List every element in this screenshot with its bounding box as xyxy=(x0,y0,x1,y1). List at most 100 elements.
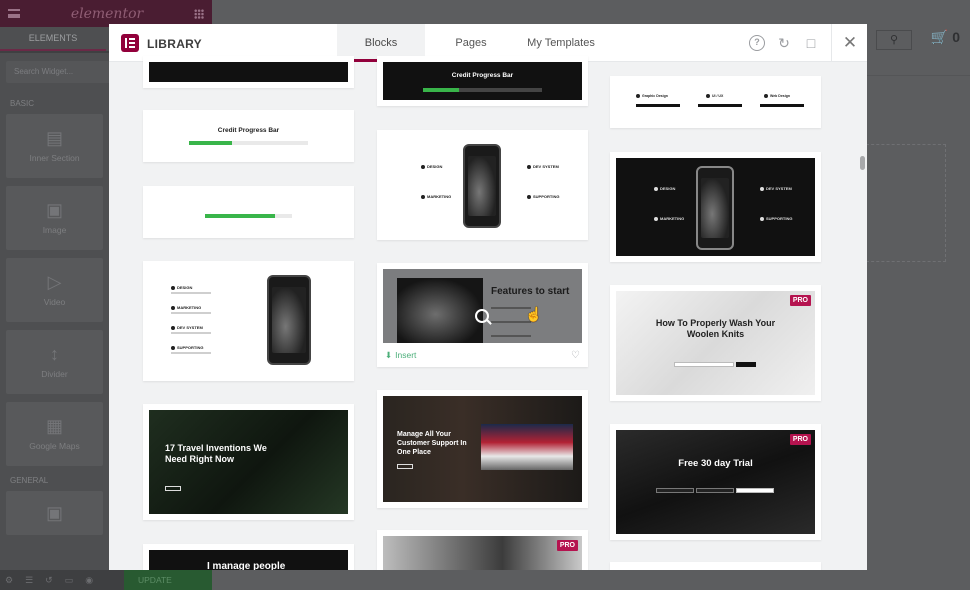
scrollbar-thumb[interactable] xyxy=(860,156,865,170)
block-title: I manage people xyxy=(207,561,286,570)
insert-button[interactable]: ⬇ Insert xyxy=(383,350,416,361)
feature-label: DEV SYSTEM xyxy=(760,186,792,191)
widget-label: Image xyxy=(42,225,67,235)
progress-track xyxy=(189,141,308,145)
menu-icon[interactable] xyxy=(8,9,20,18)
video-icon: ▷ xyxy=(47,272,62,292)
cta-button xyxy=(165,486,181,491)
insert-row: ⬇ Insert ♡ xyxy=(383,343,582,367)
panel-header: elementor xyxy=(0,0,212,27)
progress-fill xyxy=(205,214,275,218)
settings-icon[interactable]: ⚙ xyxy=(5,575,13,586)
block-card[interactable]: DESIGN MARKETING DEV SYSTEM SUPPORTING xyxy=(377,130,588,240)
header-divider xyxy=(831,24,832,62)
preview-icon[interactable]: ◉ xyxy=(85,575,93,586)
block-card[interactable]: DESIGN MARKETING DEV SYSTEM SUPPORTING xyxy=(143,261,354,381)
widget-image[interactable]: ▣ Image xyxy=(6,186,103,250)
widget-general-image[interactable]: ▣ xyxy=(6,491,103,535)
drop-zone xyxy=(866,144,946,262)
sync-icon[interactable]: ↻ xyxy=(776,35,792,51)
feature-label: DESIGN xyxy=(171,285,192,290)
service-label: Web Design xyxy=(764,94,790,98)
feature-label: DEV SYSTEM xyxy=(171,325,203,330)
image-icon: ▣ xyxy=(45,200,63,220)
signup-button xyxy=(736,488,774,493)
update-button[interactable]: UPDATE xyxy=(124,570,212,590)
service-label: UI / UX xyxy=(706,94,723,98)
block-thumbnail: Features to start ☝ xyxy=(383,269,582,343)
block-card[interactable] xyxy=(143,186,354,238)
block-card[interactable]: DESIGN MARKETING DEV SYSTEM SUPPORTING xyxy=(610,152,821,262)
apps-grid-icon[interactable] xyxy=(194,8,204,19)
elementor-logo: elementor xyxy=(70,5,144,22)
widget-divider[interactable]: ↕ Divider xyxy=(6,330,103,394)
block-card[interactable] xyxy=(143,56,354,88)
hero-image xyxy=(397,278,483,343)
block-card[interactable]: PRO xyxy=(377,530,588,570)
block-thumbnail: PRO Free 30 day Trial xyxy=(616,430,815,534)
cta-button xyxy=(397,464,413,469)
widget-label: Google Maps xyxy=(29,441,80,451)
block-card[interactable]: PRO Free 30 day Trial xyxy=(610,424,821,540)
block-thumbnail: DESIGN MARKETING DEV SYSTEM SUPPORTING xyxy=(383,136,582,234)
feature-label: SUPPORTING xyxy=(760,216,792,221)
help-icon[interactable]: ? xyxy=(749,35,765,51)
responsive-icon[interactable]: ▭ xyxy=(65,575,74,586)
widget-video[interactable]: ▷ Video xyxy=(6,258,103,322)
block-thumbnail: PRO xyxy=(383,536,582,570)
subscribe-button xyxy=(736,362,756,367)
skill-bar xyxy=(760,104,804,107)
block-title: Features to start xyxy=(491,286,570,297)
navigator-icon[interactable]: ☰ xyxy=(25,575,33,586)
save-icon[interactable]: □ xyxy=(803,35,819,51)
cart-count: 0 xyxy=(952,29,960,45)
email-input xyxy=(674,362,734,367)
progress-fill xyxy=(423,88,459,92)
columns-icon: ▤ xyxy=(45,128,63,148)
history-icon[interactable]: ↺ xyxy=(45,575,53,586)
block-thumbnail: 17 Travel Inventions We Need Right Now xyxy=(149,410,348,514)
service-label: Graphic Design xyxy=(636,94,668,98)
block-card[interactable]: Credit Progress Bar xyxy=(143,110,354,162)
feature-label: DEV SYSTEM xyxy=(527,164,559,169)
heart-icon[interactable]: ♡ xyxy=(571,350,580,361)
block-thumbnail: I manage people xyxy=(149,550,348,570)
block-card[interactable]: Manage All Your Customer Support In One … xyxy=(377,390,588,508)
block-thumbnail: DESIGN MARKETING DEV SYSTEM SUPPORTING xyxy=(616,158,815,256)
library-scrollbar[interactable] xyxy=(857,62,867,570)
block-thumbnail: DESIGN MARKETING DEV SYSTEM SUPPORTING xyxy=(149,267,348,375)
feature-text xyxy=(171,352,211,354)
block-title: How To Properly Wash Your Woolen Knits xyxy=(655,318,776,339)
block-card-hover[interactable]: Features to start ☝ ⬇ Insert ♡ xyxy=(377,263,588,367)
close-icon[interactable]: ✕ xyxy=(842,34,858,51)
block-card[interactable]: 17 Travel Inventions We Need Right Now xyxy=(143,404,354,520)
block-thumbnail xyxy=(616,568,815,570)
feature-label: MARKETING xyxy=(654,216,684,221)
feature-text xyxy=(171,312,211,314)
pro-badge: PRO xyxy=(789,434,811,445)
widget-label: Inner Section xyxy=(29,153,80,163)
feature-label: MARKETING xyxy=(421,194,451,199)
map-icon: ▦ xyxy=(45,416,63,436)
block-card[interactable]: I manage people xyxy=(143,544,354,570)
search-icon: ⚲ xyxy=(876,30,912,50)
block-thumbnail: Credit Progress Bar xyxy=(383,62,582,100)
feature-text xyxy=(171,332,211,334)
block-card[interactable] xyxy=(610,562,821,570)
image-icon: ▣ xyxy=(45,503,63,523)
block-card[interactable]: PRO How To Properly Wash Your Woolen Kni… xyxy=(610,285,821,401)
skill-bar xyxy=(698,104,742,107)
block-card[interactable]: Graphic Design UI / UX Web Design xyxy=(610,76,821,128)
widget-inner-section[interactable]: ▤ Inner Section xyxy=(6,114,103,178)
block-thumbnail: Graphic Design UI / UX Web Design xyxy=(616,82,815,122)
feature-label: SUPPORTING xyxy=(171,345,203,350)
tab-elements[interactable]: ELEMENTS xyxy=(0,27,106,51)
feature-text xyxy=(171,292,211,294)
block-card[interactable]: Credit Progress Bar xyxy=(377,56,588,106)
zoom-icon[interactable] xyxy=(475,309,489,323)
widget-google-maps[interactable]: ▦ Google Maps xyxy=(6,402,103,466)
widget-label: Divider xyxy=(41,369,68,379)
name-input xyxy=(656,488,694,493)
download-icon: ⬇ xyxy=(385,349,393,360)
block-title: Free 30 day Trial xyxy=(678,458,753,469)
